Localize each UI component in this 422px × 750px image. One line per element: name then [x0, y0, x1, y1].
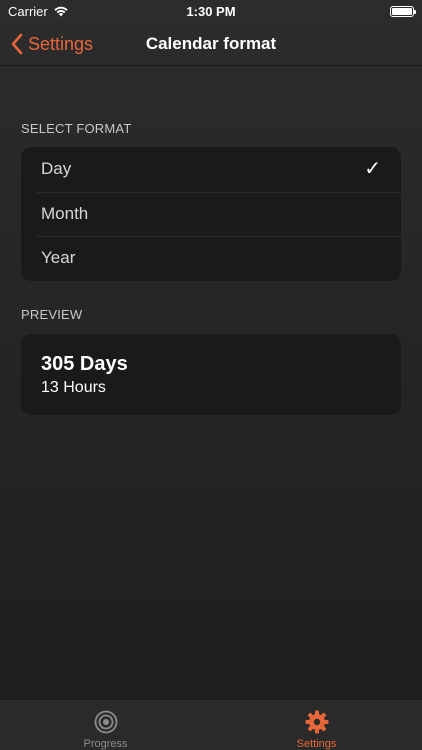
- format-option-month[interactable]: Month: [21, 191, 401, 237]
- battery-fill: [392, 7, 412, 15]
- format-options-group: Day ✓ Month Year: [21, 147, 401, 281]
- format-option-day[interactable]: Day ✓: [21, 147, 401, 192]
- preview-sub-value: 13 Hours: [41, 379, 106, 396]
- gear-icon: [305, 710, 328, 734]
- preview-main-value: 305 Days: [41, 353, 128, 375]
- status-bar: Carrier 1:30 PM: [0, 0, 422, 22]
- page-title: Calendar format: [145, 33, 277, 53]
- tab-bar: Progress Settings: [0, 699, 422, 750]
- navigation-bar: Settings Calendar format: [0, 22, 422, 66]
- back-button-label: Settings: [28, 33, 94, 54]
- battery-icon: [390, 5, 416, 17]
- chevron-left-icon: [11, 33, 23, 55]
- select-format-header: SELECT FORMAT: [21, 121, 132, 136]
- format-option-label: Month: [41, 203, 89, 223]
- tab-label: Progress: [83, 738, 128, 750]
- tab-label: Settings: [296, 738, 337, 750]
- format-option-year[interactable]: Year: [21, 236, 401, 281]
- checkmark-icon: ✓: [364, 158, 381, 181]
- status-time: 1:30 PM: [186, 3, 236, 19]
- preview-card: 305 Days 13 Hours: [21, 334, 401, 415]
- format-option-label: Year: [41, 248, 76, 268]
- tab-progress[interactable]: Progress: [0, 700, 211, 750]
- format-option-label: Day: [41, 159, 72, 179]
- target-icon: [94, 710, 117, 734]
- back-button[interactable]: Settings: [10, 22, 93, 66]
- preview-header: PREVIEW: [21, 307, 83, 322]
- tab-settings[interactable]: Settings: [211, 700, 422, 750]
